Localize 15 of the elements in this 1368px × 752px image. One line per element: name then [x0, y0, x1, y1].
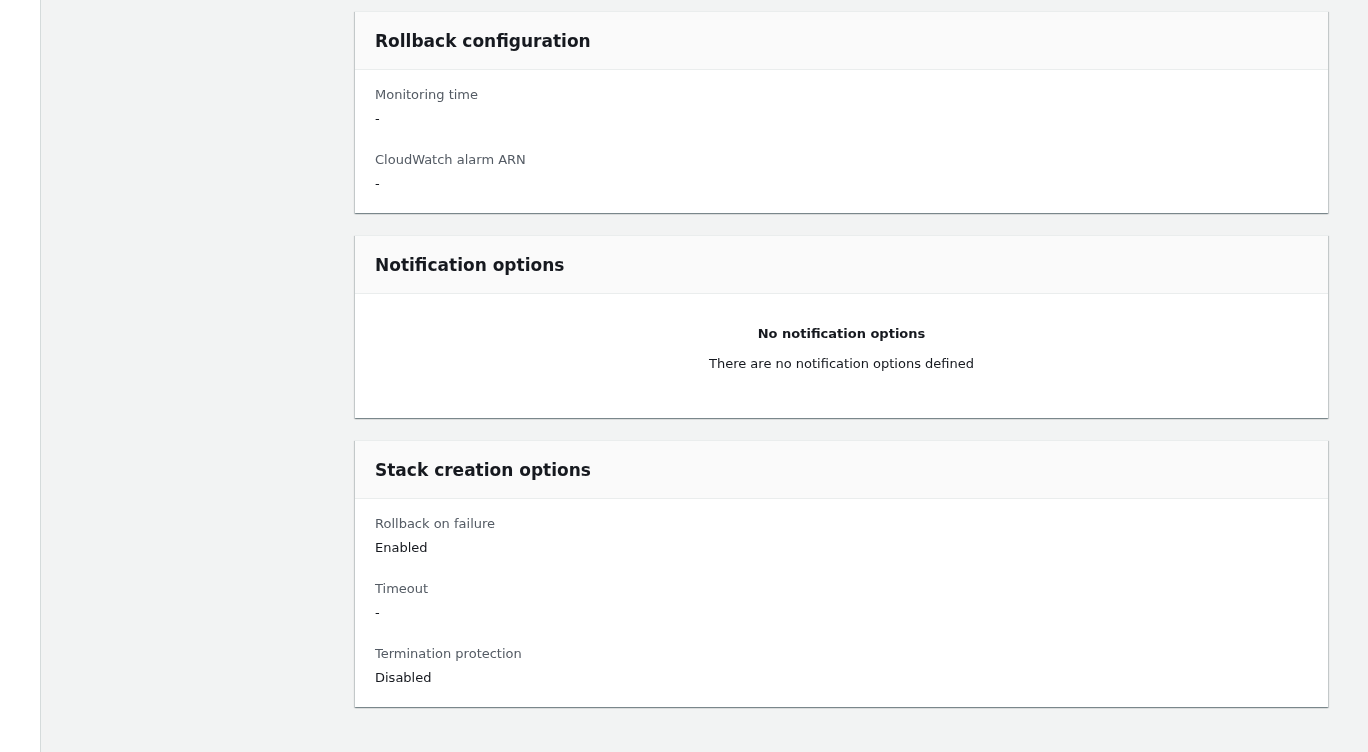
- field-value: Disabled: [375, 669, 432, 687]
- field-label: Monitoring time: [375, 86, 479, 104]
- field-value: -: [375, 175, 380, 193]
- field-label: Rollback on failure: [375, 515, 496, 533]
- section-title: Notification options: [375, 254, 565, 275]
- field-value: -: [375, 110, 380, 128]
- empty-state-title: No notification options: [757, 325, 926, 343]
- field-value: -: [375, 604, 380, 622]
- section-title: Stack creation options: [375, 459, 591, 480]
- field-label: Termination protection: [375, 645, 522, 663]
- field-label: CloudWatch alarm ARN: [375, 151, 526, 169]
- empty-state-text: There are no notification options defined: [709, 355, 974, 373]
- field-label: Timeout: [375, 580, 429, 598]
- section-title: Rollback configuration: [375, 30, 591, 51]
- field-value: Enabled: [375, 539, 428, 557]
